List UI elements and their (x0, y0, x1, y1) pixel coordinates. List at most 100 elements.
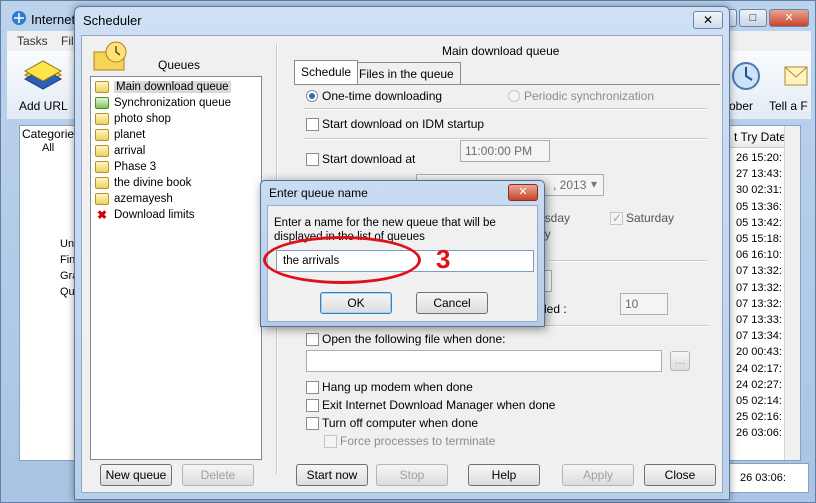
queues-label: Queues (158, 58, 201, 72)
queue-item-planet[interactable]: planet (95, 127, 145, 143)
scheduler-tool-label[interactable]: ober (729, 99, 753, 113)
queue-item-synchronization-queue[interactable]: Synchronization queue (95, 95, 231, 111)
date-value: , 2013 (553, 178, 587, 192)
tree-item-finished[interactable]: Fin (60, 254, 75, 266)
list-item[interactable]: 07 13:33: (736, 314, 782, 326)
downloads-list-panel: t Try Date 26 15:20: 27 13:43: 30 02:31: 05… (729, 125, 801, 461)
queue-list[interactable]: Main download queue Synchronization queu… (90, 76, 262, 460)
tell-a-friend-icon[interactable] (781, 59, 811, 93)
queue-item-azemayesh[interactable]: azemayesh (95, 191, 173, 207)
exit-idm-checkbox[interactable] (306, 399, 319, 412)
turn-off-checkbox[interactable] (306, 417, 319, 430)
folder-icon (95, 177, 109, 189)
stop-button[interactable]: Stop (376, 464, 448, 486)
maximize-button[interactable]: □ (739, 9, 767, 27)
open-file-path-field[interactable] (306, 350, 662, 372)
start-now-button[interactable]: Start now (296, 464, 368, 486)
tab-files-in-the-queue[interactable]: Files in the queue (352, 62, 461, 84)
list-item[interactable]: 27 13:43: (736, 168, 782, 180)
start-time-field[interactable]: 11:00:00 PM (460, 140, 550, 162)
scheduler-close-icon[interactable]: ✕ (693, 11, 723, 29)
queue-item-label: Download limits (114, 209, 195, 221)
queue-item-label: Synchronization queue (114, 97, 231, 109)
queue-item-label: planet (114, 129, 146, 141)
queue-item-download-limits[interactable]: ✖ Download limits (95, 207, 195, 223)
divider (548, 260, 708, 262)
folder-icon (95, 113, 109, 125)
open-file-checkbox[interactable] (306, 333, 319, 346)
delete-queue-button[interactable]: Delete (182, 464, 254, 486)
hang-up-checkbox[interactable] (306, 381, 319, 394)
cancel-button[interactable]: Cancel (416, 292, 488, 314)
tree-item-unfinished[interactable]: Un (60, 238, 74, 250)
open-file-label: Open the following file when done: (322, 332, 506, 346)
list-item[interactable]: 24 02:27: (736, 379, 782, 391)
folder-icon (95, 193, 109, 205)
annotation-step-number: 3 (436, 244, 451, 274)
add-url-label[interactable]: Add URL (19, 99, 68, 113)
list-item[interactable]: 06 16:10: (736, 249, 782, 261)
list-item[interactable]: 25 02:16: (736, 411, 782, 423)
browse-button[interactable]: ... (670, 351, 690, 371)
folder-icon (95, 81, 109, 93)
list-scrollbar[interactable] (784, 126, 800, 460)
tree-item-all[interactable]: All (42, 142, 54, 154)
one-time-radio[interactable] (306, 90, 318, 102)
queue-item-arrival[interactable]: arrival (95, 143, 145, 159)
retry-count-field[interactable]: 10 (620, 293, 668, 315)
list-item[interactable]: 24 02:17: (736, 363, 782, 375)
scheduler-tool-icon[interactable] (729, 59, 763, 93)
periodic-label: Periodic synchronization (524, 89, 655, 103)
list-item[interactable]: 07 13:32: (736, 265, 782, 277)
apply-button[interactable]: Apply (562, 464, 634, 486)
close-button[interactable]: Close (644, 464, 716, 486)
queue-item-label: azemayesh (114, 193, 173, 205)
menu-tasks[interactable]: Tasks (17, 34, 48, 48)
last-try-date-header[interactable]: t Try Date (730, 126, 786, 148)
list-item[interactable]: 26 03:06: (736, 427, 782, 439)
idm-window-title: Internet (31, 12, 76, 27)
tab-schedule[interactable]: Schedule (294, 60, 359, 84)
queue-item-label: arrival (114, 145, 146, 157)
scheduler-title: Scheduler (83, 13, 142, 28)
tell-a-friend-label[interactable]: Tell a F (769, 99, 808, 113)
sync-folder-icon (95, 97, 109, 109)
queues-clock-icon (92, 40, 128, 72)
tree-item-queues[interactable]: Qu (60, 286, 75, 298)
hang-up-label: Hang up modem when done (322, 380, 473, 394)
retry-label: led : (544, 302, 567, 316)
queue-item-phase-3[interactable]: Phase 3 (95, 159, 156, 175)
add-url-icon[interactable] (19, 53, 65, 93)
dialog-close-icon[interactable]: ✕ (508, 184, 538, 201)
start-at-checkbox[interactable] (306, 153, 319, 166)
saturday-checkbox[interactable] (610, 211, 623, 225)
list-item[interactable]: 07 13:32: (736, 298, 782, 310)
folder-icon (95, 161, 109, 173)
list-item[interactable]: 05 13:42: (736, 217, 782, 229)
folder-icon (95, 129, 109, 141)
help-button[interactable]: Help (468, 464, 540, 486)
start-at-label: Start download at (322, 152, 416, 166)
list-item[interactable]: 20 00:43: (736, 346, 782, 358)
force-terminate-checkbox[interactable] (324, 435, 337, 448)
queue-item-main-download-queue[interactable]: Main download queue (95, 79, 231, 95)
list-item[interactable]: 07 13:34: (736, 330, 782, 342)
list-item[interactable]: 05 13:36: (736, 201, 782, 213)
one-time-label: One-time downloading (322, 89, 443, 103)
ok-button[interactable]: OK (320, 292, 392, 314)
list-item[interactable]: 30 02:31: (736, 184, 782, 196)
periodic-radio[interactable] (508, 90, 520, 102)
close-button[interactable]: ✕ (769, 9, 809, 27)
queue-item-photo-shop[interactable]: photo shop (95, 111, 171, 127)
list-item[interactable]: 07 13:32: (736, 282, 782, 294)
list-item[interactable]: 05 02:14: (736, 395, 782, 407)
start-on-startup-checkbox[interactable] (306, 118, 319, 131)
queue-item-label: Phase 3 (114, 161, 157, 173)
folder-icon (95, 145, 109, 157)
new-queue-button[interactable]: New queue (100, 464, 172, 486)
list-item[interactable]: 26 15:20: (736, 152, 782, 164)
exit-idm-label: Exit Internet Download Manager when done (322, 398, 556, 412)
queue-item-the-divine-book[interactable]: the divine book (95, 175, 191, 191)
status-cell: 26 03:06: (729, 463, 809, 493)
list-item[interactable]: 05 15:18: (736, 233, 782, 245)
